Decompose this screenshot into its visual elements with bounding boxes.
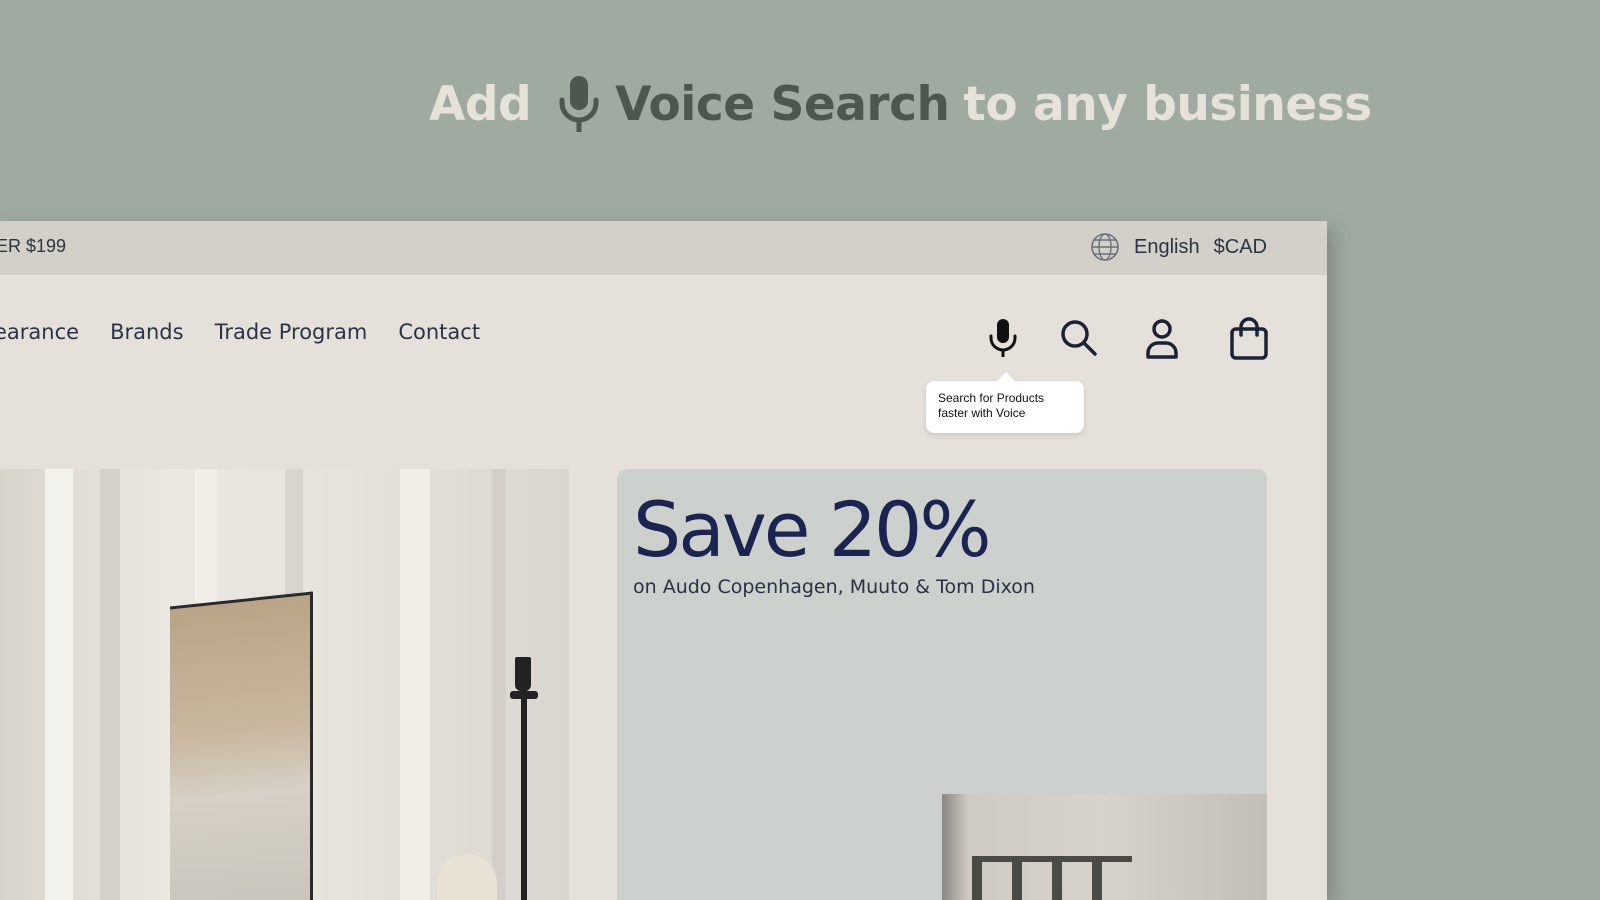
jug-decor bbox=[437, 854, 497, 900]
tooltip-line-1: Search for Products bbox=[938, 391, 1045, 405]
headline-rest: to any business bbox=[963, 76, 1372, 132]
headline-add: Add bbox=[429, 76, 532, 132]
headline-voice-search: Voice Search bbox=[615, 76, 950, 132]
locale-selector[interactable]: English $CAD bbox=[1090, 232, 1267, 262]
candle-holder bbox=[521, 664, 527, 900]
currency-label[interactable]: $CAD bbox=[1214, 236, 1267, 259]
voice-search-button[interactable] bbox=[988, 319, 1018, 362]
mirror-decor bbox=[170, 591, 313, 900]
header-icons bbox=[0, 317, 1327, 361]
language-label[interactable]: English bbox=[1134, 236, 1200, 259]
announcement-bar: ER $199 English $CAD bbox=[0, 221, 1327, 275]
headline: Add Voice Search to any business bbox=[0, 76, 1600, 132]
promo-title: Save 20% bbox=[633, 485, 992, 574]
hero-image[interactable] bbox=[0, 469, 569, 900]
search-icon bbox=[1060, 319, 1098, 362]
shopping-bag-icon bbox=[1229, 317, 1269, 366]
promo-text: ER $199 bbox=[0, 236, 67, 256]
account-button[interactable] bbox=[1146, 319, 1178, 364]
promo-image bbox=[942, 794, 1267, 900]
tooltip-line-2: faster with Voice bbox=[938, 406, 1026, 420]
microphone-icon bbox=[988, 319, 1018, 362]
search-button[interactable] bbox=[1060, 319, 1098, 362]
account-icon bbox=[1146, 319, 1178, 364]
globe-icon bbox=[1090, 232, 1120, 262]
microphone-icon bbox=[557, 76, 601, 132]
voice-search-tooltip: Search for Products faster with Voice bbox=[926, 372, 1084, 433]
cart-button[interactable] bbox=[1229, 317, 1269, 366]
promo-card[interactable]: Save 20% on Audo Copenhagen, Muuto & Tom… bbox=[617, 469, 1267, 900]
promo-subtitle: on Audo Copenhagen, Muuto & Tom Dixon bbox=[633, 576, 1035, 598]
store-window: ER $199 English $CAD earance Brands Trad… bbox=[0, 221, 1327, 900]
